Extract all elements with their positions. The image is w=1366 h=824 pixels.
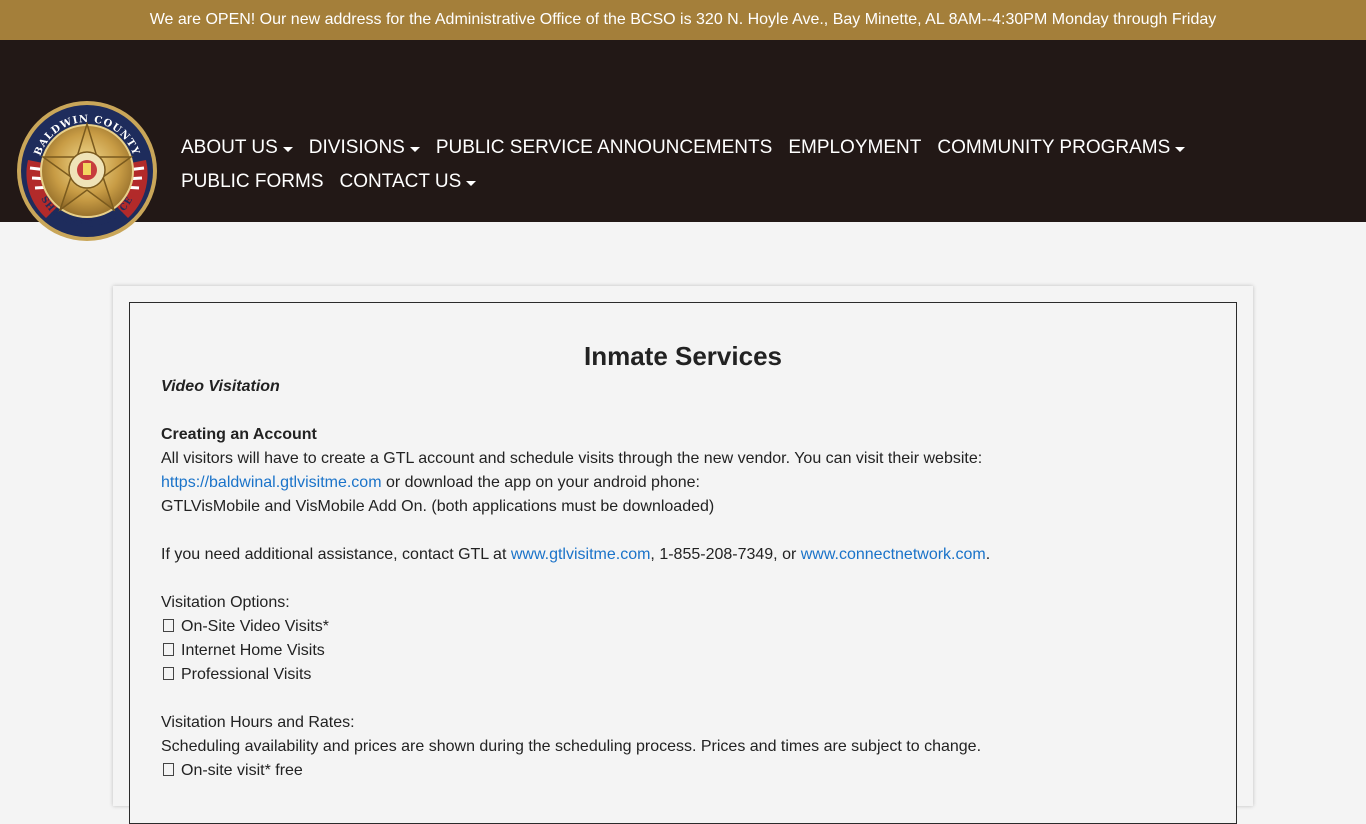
section-heading: Video Visitation [161, 378, 280, 395]
announcement-text: We are OPEN! Our new address for the Adm… [149, 11, 1217, 28]
download-text: or download the app on your android phon… [381, 474, 700, 491]
nav-psa-label: PUBLIC SERVICE ANNOUNCEMENTS [435, 137, 773, 158]
hours-heading: Visitation Hours and Rates: [161, 714, 355, 731]
chevron-down-icon [1175, 146, 1186, 152]
assist-suffix: . [985, 546, 991, 563]
site-header: BALDWIN COUNTY SHERIFF'S OFFICE ABOUT US… [0, 40, 1366, 241]
hours-text: Scheduling availability and prices are s… [161, 738, 982, 755]
chevron-down-icon [282, 146, 293, 152]
account-heading: Creating an Account [161, 426, 317, 443]
chevron-down-icon [409, 146, 420, 152]
nav-about-us-label: ABOUT US [181, 137, 278, 158]
website-line: https://baldwinal.gtlvisitme.com or down… [161, 471, 1201, 495]
nav-divisions[interactable]: DIVISIONS [309, 136, 420, 160]
chevron-down-icon [466, 180, 477, 186]
partial-item-label: On-site visit* free [181, 762, 303, 779]
nav-forms-label: PUBLIC FORMS [181, 171, 324, 192]
list-item: Internet Home Visits [161, 639, 1201, 663]
nav-community-label: COMMUNITY PROGRAMS [937, 137, 1171, 158]
bullet-icon [163, 643, 174, 656]
option-label: Professional Visits [181, 666, 312, 683]
announcement-banner: We are OPEN! Our new address for the Adm… [0, 0, 1366, 40]
page-title: Inmate Services [583, 341, 782, 372]
assist-middle: , 1-855-208-7349, or [650, 546, 801, 563]
connectnetwork-link[interactable]: www.connectnetwork.com [801, 546, 986, 563]
apps-text: GTLVisMobile and VisMobile Add On. (both… [161, 498, 715, 515]
options-heading: Visitation Options: [161, 594, 290, 611]
page-content: Video Visitation Creating an Account All… [161, 375, 1201, 783]
nav-public-service-announcements[interactable]: PUBLIC SERVICE ANNOUNCEMENTS [436, 136, 772, 160]
gtlvisitme-link[interactable]: www.gtlvisitme.com [511, 546, 651, 563]
list-item: Professional Visits [161, 663, 1201, 687]
nav-employment-label: EMPLOYMENT [788, 137, 922, 158]
content-card: Inmate Services Video Visitation Creatin… [113, 286, 1253, 824]
nav-contact-us[interactable]: CONTACT US [340, 170, 477, 194]
list-item: On-Site Video Visits* [161, 615, 1201, 639]
nav-employment[interactable]: EMPLOYMENT [788, 136, 921, 160]
assist-prefix: If you need additional assistance, conta… [161, 546, 511, 563]
nav-contact-label: CONTACT US [339, 171, 462, 192]
assistance-line: If you need additional assistance, conta… [161, 543, 1201, 567]
nav-community-programs[interactable]: COMMUNITY PROGRAMS [937, 136, 1186, 160]
bullet-icon [163, 667, 174, 680]
content-border-box: Inmate Services Video Visitation Creatin… [129, 302, 1237, 824]
nav-public-forms[interactable]: PUBLIC FORMS [181, 170, 324, 194]
nav-divisions-label: DIVISIONS [308, 137, 405, 158]
main-navigation: ABOUT US DIVISIONS PUBLIC SERVICE ANNOUN… [181, 136, 1291, 194]
sheriff-badge-logo[interactable]: BALDWIN COUNTY SHERIFF'S OFFICE [16, 100, 158, 242]
nav-about-us[interactable]: ABOUT US [181, 136, 293, 160]
option-label: On-Site Video Visits* [181, 618, 329, 635]
bullet-icon [163, 763, 174, 776]
option-label: Internet Home Visits [181, 642, 325, 659]
gtl-website-link[interactable]: https://baldwinal.gtlvisitme.com [161, 474, 382, 491]
list-item: On-site visit* free [161, 759, 1201, 783]
account-text: All visitors will have to create a GTL a… [161, 450, 983, 467]
bullet-icon [163, 619, 174, 632]
